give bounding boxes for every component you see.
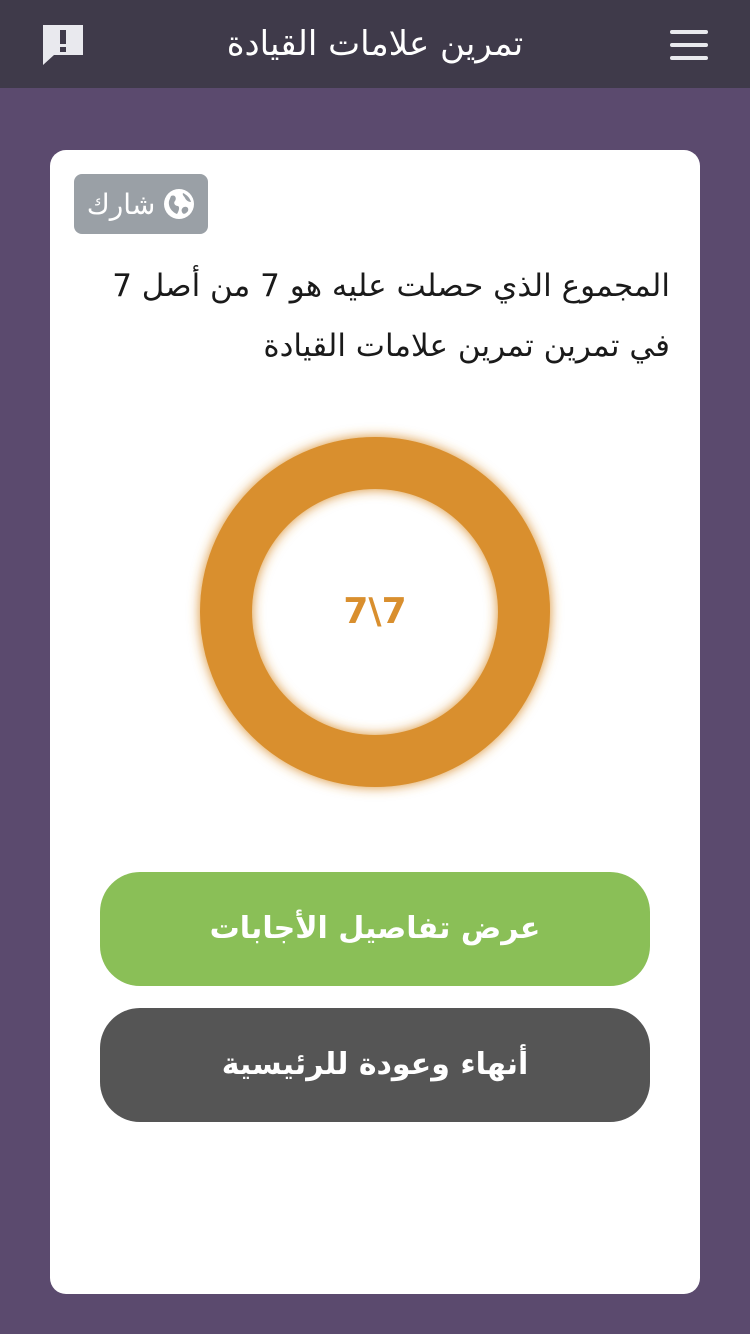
- share-button[interactable]: شارك: [74, 174, 208, 234]
- score-ring: 7\7: [199, 436, 551, 788]
- result-card: شارك المجموع الذي حصلت عليه هو 7 من أصل …: [50, 150, 700, 1294]
- share-label: شارك: [86, 187, 156, 221]
- score-value: 7\7: [343, 591, 407, 632]
- globe-icon: [164, 189, 195, 219]
- top-app-bar: تمرين علامات القيادة: [0, 0, 750, 88]
- result-line-1: المجموع الذي حصلت عليه هو 7 من أصل 7: [112, 268, 670, 304]
- view-answers-details-button[interactable]: عرض تفاصيل الأجابات: [100, 872, 650, 986]
- finish-return-home-button[interactable]: أنهاء وعودة للرئيسية: [100, 1008, 650, 1122]
- result-summary: المجموع الذي حصلت عليه هو 7 من أصل 7 في …: [80, 256, 670, 376]
- result-line-2: في تمرين تمرين علامات القيادة: [263, 328, 670, 364]
- page-title: تمرين علامات القيادة: [226, 24, 524, 64]
- hamburger-menu-icon[interactable]: [666, 26, 712, 64]
